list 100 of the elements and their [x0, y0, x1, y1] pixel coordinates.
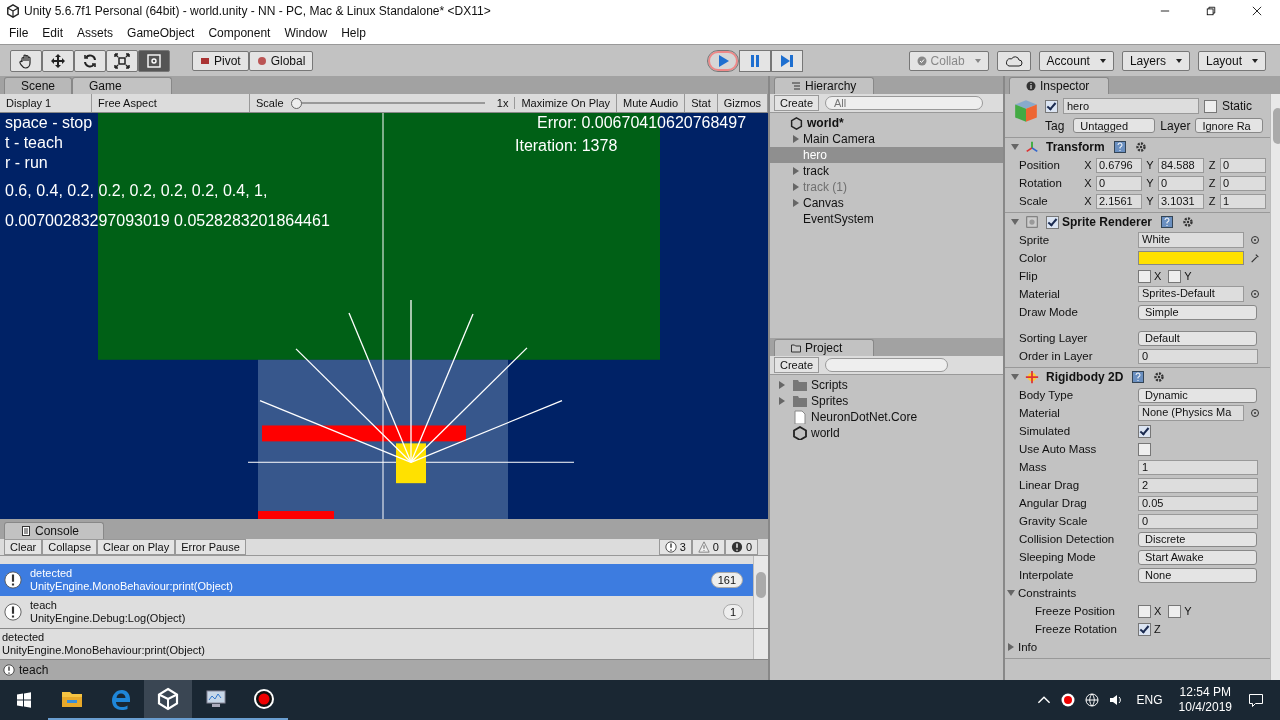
dropdown[interactable]: None	[1138, 567, 1257, 583]
expand-arrow-icon[interactable]	[1007, 643, 1015, 651]
expand-arrow-icon[interactable]	[792, 135, 800, 143]
object-field[interactable]: None (Physics Ma	[1138, 405, 1244, 421]
eyedropper-icon[interactable]	[1250, 253, 1260, 263]
collapse-arrow-icon[interactable]	[1011, 373, 1019, 381]
dropdown[interactable]: Start Awake	[1138, 549, 1257, 565]
foldout-header[interactable]: Constraints	[1007, 587, 1077, 599]
number-field[interactable]: 0.05	[1138, 495, 1258, 511]
collapse-arrow-icon[interactable]	[1011, 143, 1019, 151]
taskbar-button[interactable]	[144, 680, 192, 720]
object-picker-icon[interactable]	[1250, 408, 1260, 418]
component-checkbox[interactable]	[1046, 215, 1059, 229]
hierarchy-item[interactable]: Canvas	[770, 195, 1003, 211]
project-tab[interactable]: Project	[774, 339, 874, 356]
clock-date[interactable]: 10/4/2019	[1178, 700, 1232, 715]
pivot-button[interactable]: Pivot	[192, 50, 249, 71]
create-dropdown[interactable]: Create	[774, 95, 820, 111]
dropdown[interactable]: Discrete	[1138, 531, 1257, 547]
number-field[interactable]: 0	[1138, 348, 1258, 364]
slider-thumb[interactable]	[290, 97, 302, 109]
collapse-arrow-icon[interactable]	[1007, 589, 1015, 597]
layer-dropdown[interactable]: Ignore Ra	[1195, 118, 1264, 133]
view-tab[interactable]: Game	[72, 77, 173, 94]
tool-button[interactable]	[42, 49, 74, 72]
record-icon[interactable]	[1060, 693, 1075, 707]
checkbox[interactable]	[1138, 424, 1151, 438]
number-field[interactable]: 0	[1220, 175, 1266, 191]
project-item[interactable]: world	[770, 425, 1003, 441]
tool-button[interactable]	[74, 49, 106, 72]
number-field[interactable]: 0.6796	[1096, 157, 1142, 173]
info-count-toggle[interactable]: 3	[658, 539, 692, 555]
number-field[interactable]: 84.588	[1158, 157, 1204, 173]
axis-checkbox[interactable]	[1168, 269, 1182, 283]
active-checkbox[interactable]	[1045, 99, 1058, 113]
color-field[interactable]	[1138, 251, 1244, 265]
hierarchy-tab[interactable]: Hierarchy	[774, 77, 874, 94]
menu-item[interactable]: Edit	[35, 26, 71, 40]
object-picker-icon[interactable]	[1250, 235, 1260, 245]
number-field[interactable]: 0	[1158, 175, 1204, 191]
dropdown[interactable]: Dynamic	[1138, 387, 1257, 403]
step-button[interactable]	[771, 49, 804, 72]
console-tab[interactable]: Console	[4, 522, 104, 539]
checkbox[interactable]	[1138, 442, 1151, 456]
help-icon[interactable]	[1161, 216, 1174, 228]
create-dropdown[interactable]: Create	[774, 357, 820, 373]
play-button[interactable]	[707, 49, 740, 72]
hierarchy-item[interactable]: track	[770, 163, 1003, 179]
dropdown[interactable]: Default	[1138, 330, 1257, 346]
tool-button[interactable]	[138, 49, 170, 72]
menu-item[interactable]: Help	[334, 26, 373, 40]
tool-button[interactable]	[106, 49, 138, 72]
layout-dropdown[interactable]: Layout	[1197, 50, 1266, 71]
account-dropdown[interactable]: Account	[1038, 50, 1114, 71]
language-indicator[interactable]: ENG	[1136, 693, 1163, 707]
scene-name[interactable]: world*	[807, 116, 844, 130]
static-checkbox[interactable]	[1204, 99, 1217, 113]
cloud-button[interactable]	[996, 50, 1031, 71]
menu-item[interactable]: Component	[201, 26, 278, 40]
tag-dropdown[interactable]: Untagged	[1073, 118, 1156, 133]
hierarchy-item[interactable]: Main Camera	[770, 131, 1003, 147]
axis-checkbox[interactable]	[1168, 604, 1182, 618]
settings-icon[interactable]	[1134, 141, 1147, 153]
clock-time[interactable]: 12:54 PM	[1179, 685, 1231, 700]
console-button[interactable]: Collapse	[42, 539, 98, 555]
menu-item[interactable]: Assets	[70, 26, 121, 40]
scrollbar[interactable]	[753, 556, 768, 628]
object-field[interactable]: Sprites-Default	[1138, 286, 1244, 302]
number-field[interactable]: 0	[1096, 175, 1142, 191]
log-entry[interactable]: teach UnityEngine.Debug:Log(Object) 1	[0, 596, 753, 628]
search-field[interactable]: All	[825, 96, 984, 110]
number-field[interactable]: 2	[1138, 477, 1258, 493]
axis-checkbox[interactable]	[1138, 622, 1151, 636]
collapse-arrow-icon[interactable]	[1011, 218, 1019, 226]
scrollbar[interactable]	[753, 629, 768, 659]
settings-icon[interactable]	[1153, 371, 1166, 383]
notification-icon[interactable]	[1248, 692, 1264, 708]
console-button[interactable]: Clear on Play	[97, 539, 176, 555]
settings-icon[interactable]	[1182, 216, 1195, 228]
number-field[interactable]: 0	[1138, 513, 1258, 529]
warning-count-toggle[interactable]: 0	[691, 539, 725, 555]
number-field[interactable]: 1	[1138, 459, 1258, 475]
error-count-toggle[interactable]: 0	[724, 539, 758, 555]
help-icon[interactable]	[1132, 371, 1145, 383]
foldout-header[interactable]: Info	[1007, 641, 1038, 653]
volume-icon[interactable]	[1108, 693, 1123, 707]
number-field[interactable]: 2.1561	[1096, 193, 1142, 209]
console-button[interactable]: Clear	[4, 539, 43, 555]
name-field[interactable]: hero	[1063, 98, 1199, 114]
component-title[interactable]: Transform	[1046, 140, 1105, 154]
console-button[interactable]: Error Pause	[175, 539, 246, 555]
global-button[interactable]: Global	[248, 50, 314, 71]
log-entry[interactable]: detected UnityEngine.MonoBehaviour:print(Object) 161	[0, 564, 753, 596]
axis-checkbox[interactable]	[1138, 269, 1151, 283]
layers-dropdown[interactable]: Layers	[1121, 50, 1190, 71]
menu-item[interactable]: File	[2, 26, 36, 40]
menu-item[interactable]: Window	[277, 26, 335, 40]
globe-icon[interactable]	[1084, 693, 1099, 707]
project-item[interactable]: Sprites	[770, 393, 1003, 409]
number-field[interactable]: 3.1031	[1158, 193, 1204, 209]
